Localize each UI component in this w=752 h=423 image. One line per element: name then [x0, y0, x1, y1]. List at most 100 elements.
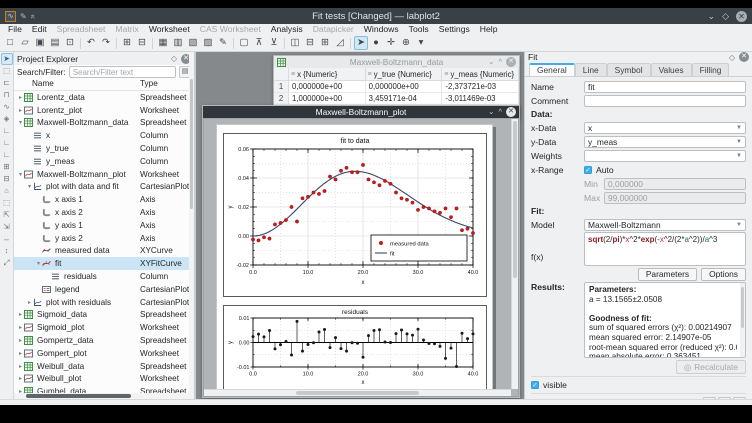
minimize-icon[interactable]: ⌄	[708, 10, 716, 22]
add-equation-curve-icon[interactable]: ◈	[1, 113, 13, 125]
table-cell[interactable]: 0,000000e+00	[366, 81, 443, 92]
tab-values[interactable]: Values	[651, 63, 692, 76]
shift-left-x-icon[interactable]: ↔	[1, 233, 13, 245]
tab-general[interactable]: General	[529, 63, 575, 76]
select-pointer-icon[interactable]: ➤	[1, 53, 13, 65]
crosshair-mode-icon[interactable]: ✛	[384, 36, 398, 50]
fit-to-data-chart[interactable]: fit to data0.010.020.030.040.0-0.020.000…	[223, 133, 487, 297]
menu-settings[interactable]: Settings	[434, 24, 475, 35]
tree-item-weibull-plot[interactable]: ▸Weibull_plotWorksheet	[14, 373, 194, 386]
close-dock-icon[interactable]: ✕	[739, 52, 749, 62]
expander-closed-icon[interactable]: ▸	[17, 324, 24, 331]
menu-worksheet[interactable]: Worksheet	[144, 24, 195, 35]
expander-open-icon[interactable]: ▾	[17, 171, 24, 178]
new-worksheet-icon[interactable]: ▧	[186, 36, 200, 50]
tree-item-gompertz-data[interactable]: ▸Gompertz_dataSpreadsheet	[14, 334, 194, 347]
worksheet-vertical-scrollbar[interactable]	[511, 119, 518, 389]
menu-file[interactable]: File	[3, 24, 27, 35]
zoom-in-icon[interactable]: ⊞	[1, 161, 13, 173]
open-project-icon[interactable]: ▱	[18, 36, 32, 50]
expander-open-icon[interactable]: ▾	[17, 119, 24, 126]
menu-analysis[interactable]: Analysis	[266, 24, 308, 35]
column-header-x[interactable]: ≡x {Numeric}	[289, 68, 366, 80]
labplot-app-icon[interactable]: ∿	[5, 11, 16, 22]
zoom-select-x-icon[interactable]: ⊏	[1, 77, 13, 89]
tree-item-maxwell-boltzmann-data[interactable]: ▾Maxwell-Boltzmann_dataSpreadsheet	[14, 117, 194, 130]
expander-closed-icon[interactable]: ▸	[26, 299, 33, 306]
menu-matrix[interactable]: Matrix	[110, 24, 143, 35]
more-options-icon[interactable]: ▾	[414, 36, 428, 50]
scale-auto-icon[interactable]: ⤢	[1, 257, 13, 269]
new-datapicker-icon[interactable]: ✎	[216, 36, 230, 50]
tree-item-x-axis-2[interactable]: x axis 2Axis	[14, 206, 194, 219]
visible-checkbox[interactable]: ✓	[531, 381, 539, 389]
new-workbook-icon[interactable]: ⊟	[135, 36, 149, 50]
spreadsheet-window-titlebar[interactable]: Maxwell-Boltzmann_data ⌄ ^ ✕	[274, 56, 519, 68]
max-field[interactable]	[604, 192, 746, 204]
break-layout-icon[interactable]: ◿	[333, 36, 347, 50]
column-header-y_true[interactable]: ≡y_true {Numeric}	[366, 68, 443, 80]
tab-symbol[interactable]: Symbol	[607, 63, 651, 76]
tree-item-x[interactable]: xColumn	[14, 129, 194, 142]
tree-item-legend[interactable]: legendCartesianPlotL	[14, 283, 194, 296]
tree-item-measured-data[interactable]: measured dataXYCurve	[14, 245, 194, 258]
column-header-y_meas[interactable]: ≡y_meas {Numeric}	[442, 68, 519, 80]
menu-tools[interactable]: Tools	[404, 24, 434, 35]
min-field[interactable]	[604, 178, 746, 190]
worksheet-horizontal-scrollbar[interactable]	[204, 389, 511, 396]
new-matrix-icon[interactable]: ▥	[171, 36, 185, 50]
y-data-select[interactable]: y_meas▼	[584, 136, 746, 148]
tree-item-sigmoid-plot[interactable]: ▸Sigmoid_plotWorksheet	[14, 321, 194, 334]
table-cell[interactable]: 3,459171e-04	[366, 93, 443, 104]
expander-open-icon[interactable]: ▾	[35, 260, 42, 267]
weights-select[interactable]: ▼	[584, 150, 746, 162]
search-input[interactable]	[69, 66, 176, 78]
tab-filling[interactable]: Filling	[692, 63, 730, 76]
new-note-icon[interactable]: ▢	[237, 36, 251, 50]
recalculate-button[interactable]: ◎Recalculate	[676, 360, 746, 374]
tree-item-y-meas[interactable]: y_measColumn	[14, 155, 194, 168]
zoom-fit-x-icon[interactable]: ⇱	[1, 209, 13, 221]
tree-item-x-axis-1[interactable]: x axis 1Axis	[14, 193, 194, 206]
close-icon[interactable]: ✕	[736, 11, 747, 22]
zoom-fit-y-icon[interactable]: ⇲	[1, 221, 13, 233]
expander-closed-icon[interactable]: ▸	[17, 375, 24, 382]
tree-item-plot-with-residuals[interactable]: ▸plot with residualsCartesianPlot	[14, 296, 194, 309]
tree-item-sigmoid-data[interactable]: ▸Sigmoid_dataSpreadsheet	[14, 309, 194, 322]
tree-item-weibull-data[interactable]: ▸Weibull_dataSpreadsheet	[14, 360, 194, 373]
window-maximize-icon[interactable]: ^	[498, 57, 502, 67]
expander-closed-icon[interactable]: ▸	[17, 337, 24, 344]
new-folder-icon[interactable]: ⊞	[120, 36, 134, 50]
row-number[interactable]: 2	[274, 93, 289, 104]
menu-cas-worksheet[interactable]: CAS Worksheet	[195, 24, 266, 35]
add-axis-icon[interactable]: ∟	[1, 125, 13, 137]
pin-icon[interactable]: «	[27, 14, 38, 18]
comment-field[interactable]	[584, 95, 746, 107]
zoom-out-icon[interactable]: ⊟	[1, 173, 13, 185]
window-close-icon[interactable]: ✕	[506, 57, 516, 67]
new-document-icon[interactable]: □	[3, 36, 17, 50]
window-minimize-icon[interactable]: ⌄	[488, 57, 494, 67]
tree-item-lorentz-data[interactable]: ▸Lorentz_dataSpreadsheet	[14, 91, 194, 104]
zoom-select-icon[interactable]: ⬚	[1, 65, 13, 77]
zoom-mode-icon[interactable]: ●	[369, 36, 383, 50]
maximize-icon[interactable]: ◇	[722, 10, 729, 22]
worksheet-window-titlebar[interactable]: Maxwell-Boltzmann_plot ⌄ ^ ✕	[203, 106, 519, 118]
expander-closed-icon[interactable]: ▸	[17, 94, 24, 101]
window-close-icon[interactable]: ✕	[506, 107, 516, 117]
vertical-layout-icon[interactable]: ◫	[288, 36, 302, 50]
auto-range-checkbox[interactable]: ✓	[584, 166, 592, 174]
tree-item-residuals[interactable]: residualsColumn	[14, 270, 194, 283]
results-scrollbar[interactable]	[740, 283, 745, 357]
import-data-icon[interactable]: ⊼	[252, 36, 266, 50]
add-vertical-axis-icon[interactable]: ∟	[1, 149, 13, 161]
table-cell[interactable]: 1,000000e+00	[289, 93, 366, 104]
new-spreadsheet-icon[interactable]: ▦	[156, 36, 170, 50]
tree-vertical-scrollbar[interactable]	[189, 52, 194, 393]
tab-line[interactable]: Line	[575, 63, 607, 76]
name-field[interactable]	[584, 81, 746, 93]
expander-closed-icon[interactable]: ▸	[17, 350, 24, 357]
results-box[interactable]: Parameters:a = 13.1565±2.0508 Goodness o…	[584, 282, 746, 358]
options-button[interactable]: Options	[701, 268, 746, 281]
save-configuration-icon[interactable]: ▣	[718, 397, 731, 399]
